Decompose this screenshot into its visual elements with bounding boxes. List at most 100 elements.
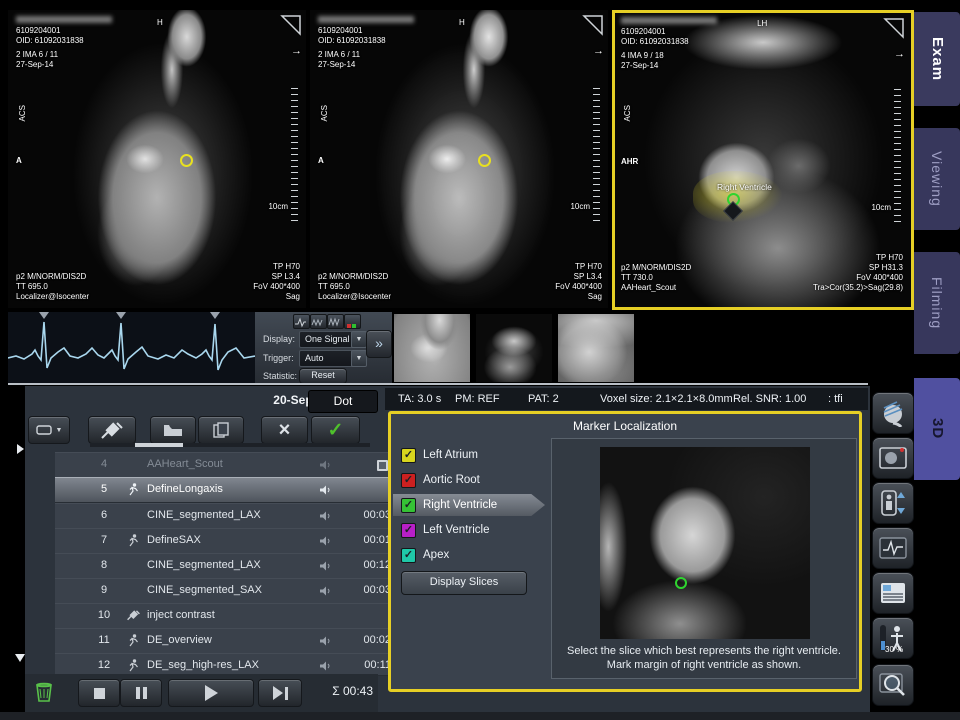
dialog-title: Marker Localization	[391, 419, 859, 433]
tab-filming[interactable]: Filming	[914, 252, 960, 354]
stop-button[interactable]	[78, 679, 120, 707]
protocol-list-button[interactable]	[872, 572, 914, 614]
runner-icon	[127, 483, 139, 499]
display-label: Display:	[263, 334, 295, 344]
trigger-select-arrow-icon[interactable]: ▼	[351, 350, 367, 367]
thumbnail-image-1[interactable]	[394, 314, 470, 382]
corner-fold-icon[interactable]	[582, 14, 604, 36]
scroll-position-arrow-icon[interactable]	[17, 444, 24, 454]
image-zoom-preview-button[interactable]	[872, 664, 914, 706]
sar-level-button[interactable]: 30 %	[872, 617, 914, 659]
tab-viewing[interactable]: Viewing	[914, 128, 960, 230]
queue-row[interactable]: 9 CINE_segmented_SAX 00:03	[55, 578, 397, 604]
tab-exam[interactable]: Exam	[914, 12, 960, 106]
signal-mode-button-3[interactable]	[327, 314, 344, 329]
pause-icon	[136, 687, 140, 699]
physio-display-button[interactable]	[872, 527, 914, 569]
patient-registration-button[interactable]	[872, 482, 914, 524]
options-arrow-icon: ▼	[56, 427, 63, 434]
signal-status-leds-button[interactable]	[344, 314, 361, 329]
corner-fold-icon[interactable]	[280, 14, 302, 36]
footer-right-1: TP H70	[273, 262, 300, 272]
display-select[interactable]: One Signal	[299, 331, 354, 348]
apex-label[interactable]: Apex	[423, 549, 449, 561]
footer-left-3: AAHeart_Scout	[621, 283, 676, 293]
viewport-2[interactable]: 6109204001 OID: 61092031838 2 IMA 6 / 11…	[310, 10, 608, 308]
left-ventricle-label[interactable]: Left Ventricle	[423, 524, 489, 536]
ruler-scale-label: 10cm	[871, 203, 891, 213]
trigger-marker-icon	[39, 312, 49, 319]
viewport-1[interactable]: 6109204001 OID: 61092031838 2 IMA 6 / 11…	[8, 10, 306, 308]
status-pat: PAT: 2	[528, 393, 559, 405]
display-select-arrow-icon[interactable]: ▼	[351, 331, 367, 348]
skip-to-end-button[interactable]	[258, 679, 302, 707]
queue-row[interactable]: 12 DE_seg_high-res_LAX 00:11	[55, 653, 397, 676]
slice-position-marker[interactable]	[180, 154, 193, 167]
queue-row-name: CINE_segmented_LAX	[147, 509, 261, 521]
next-image-arrow-icon[interactable]: →	[291, 46, 302, 56]
queue-row-duration: 00:02	[363, 634, 391, 646]
scroll-down-arrow-icon[interactable]	[15, 654, 25, 662]
dialog-example-image	[600, 447, 810, 639]
trigger-select[interactable]: Auto	[299, 350, 354, 367]
queue-row[interactable]: 10 inject contrast	[55, 603, 397, 629]
left-atrium-checkbox[interactable]: ✓	[401, 448, 416, 463]
queue-hscrollbar-thumb[interactable]	[135, 443, 183, 447]
reset-button[interactable]: Reset	[299, 368, 347, 384]
copy-protocol-button[interactable]	[198, 416, 244, 444]
card-icon	[36, 425, 52, 435]
patient-name-redacted	[16, 16, 112, 23]
left-atrium-label[interactable]: Left Atrium	[423, 449, 478, 461]
left-ventricle-checkbox[interactable]: ✓	[401, 523, 416, 538]
next-image-arrow-icon[interactable]: →	[593, 46, 604, 56]
footer-right-4: Tra>Cor(35.2)>Sag(29.8)	[813, 283, 903, 293]
queue-row-number: 11	[93, 634, 115, 646]
thumbnail-image-2[interactable]	[476, 314, 552, 382]
open-folder-button[interactable]	[150, 416, 196, 444]
cancel-step-button[interactable]: ×	[261, 416, 308, 444]
thumbnail-image-3[interactable]	[558, 314, 634, 382]
trigger-marker-icon	[210, 312, 220, 319]
confirm-step-button[interactable]: ✓	[311, 416, 360, 444]
queue-row-selected[interactable]: 5 DefineLongaxis	[55, 477, 411, 503]
corner-fold-icon[interactable]	[883, 17, 905, 39]
signal-mode-button-1[interactable]	[293, 314, 310, 329]
queue-row[interactable]: 11 DE_overview 00:02	[55, 628, 397, 654]
play-icon	[205, 685, 218, 701]
patient-id: 6109204001	[318, 26, 363, 36]
queue-row[interactable]: 6 CINE_segmented_LAX 00:03	[55, 503, 397, 529]
queue-hscrollbar-track[interactable]	[90, 443, 370, 447]
apex-checkbox[interactable]: ✓	[401, 548, 416, 563]
aortic-root-label[interactable]: Aortic Root	[423, 474, 480, 486]
orientation-top: H	[157, 18, 163, 28]
head-slice-positioning-button[interactable]	[872, 392, 914, 434]
bottom-strip	[0, 712, 960, 720]
inline-display-button[interactable]	[872, 437, 914, 479]
slice-position-marker[interactable]	[478, 154, 491, 167]
queue-row-duration: 00:12	[363, 559, 391, 571]
display-slices-button[interactable]: Display Slices	[401, 571, 527, 595]
play-button[interactable]	[168, 679, 254, 707]
viewport-3-selected[interactable]: 6109204001 OID: 61092031838 4 IMA 9 / 18…	[612, 10, 914, 310]
oid-label: OID: 61092031838	[16, 36, 84, 46]
dot-engine-button[interactable]: Dot	[308, 390, 378, 413]
inject-contrast-tool-button[interactable]	[88, 416, 136, 444]
right-ventricle-label[interactable]: Right Ventricle	[423, 499, 497, 511]
ecg-waveform	[8, 312, 255, 383]
pause-button[interactable]	[120, 679, 162, 707]
queue-row-name: DefineSAX	[147, 534, 201, 546]
expand-physio-button[interactable]: »	[366, 330, 392, 358]
check-icon: ✓	[404, 549, 413, 561]
queue-options-button[interactable]: ▼	[28, 416, 70, 444]
queue-row[interactable]: 7 DefineSAX 00:01	[55, 528, 397, 554]
signal-mode-button-2[interactable]	[310, 314, 327, 329]
aortic-root-checkbox[interactable]: ✓	[401, 473, 416, 488]
discard-trash-button[interactable]	[30, 678, 58, 706]
footer-right-1: TP H70	[876, 253, 903, 263]
speaker-icon	[319, 636, 331, 649]
queue-row-done[interactable]: 4 AAHeart_Scout	[55, 452, 397, 478]
right-ventricle-checkbox[interactable]: ✓	[401, 498, 416, 513]
tab-3d[interactable]: 3D	[914, 378, 960, 480]
next-image-arrow-icon[interactable]: →	[894, 49, 905, 59]
queue-row[interactable]: 8 CINE_segmented_LAX 00:12	[55, 553, 397, 579]
